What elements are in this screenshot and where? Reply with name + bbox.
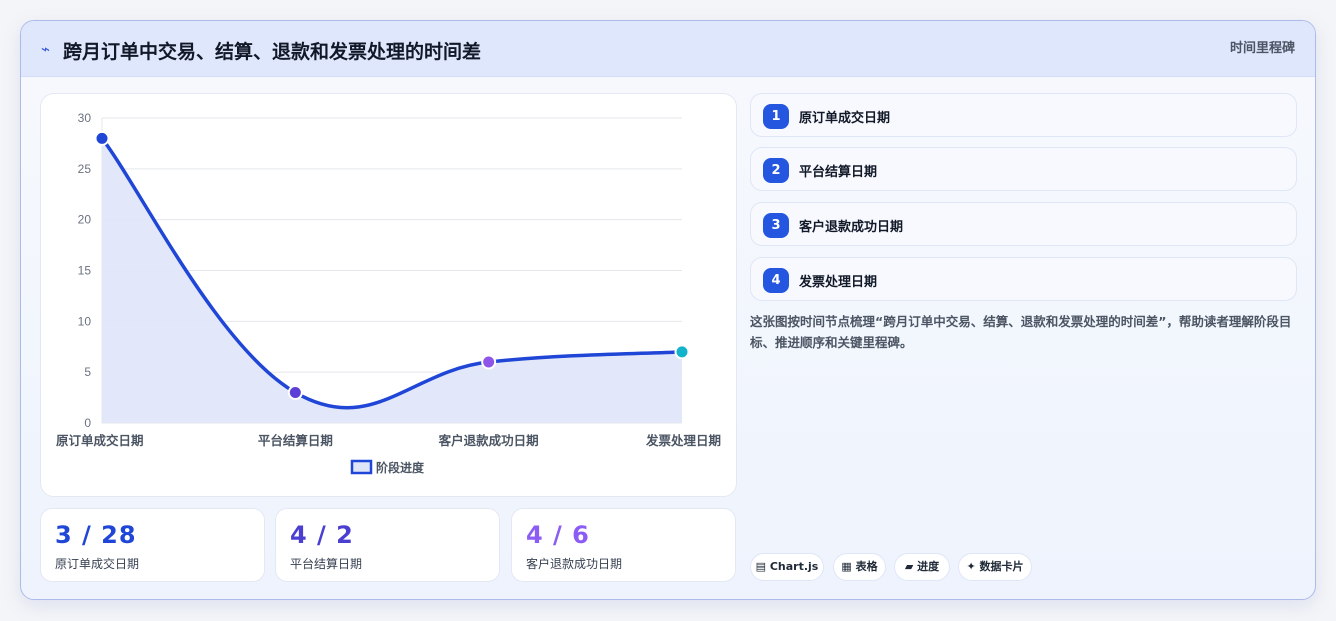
- timeline-step-3: 3 客户退款成功日期: [750, 202, 1297, 246]
- step-label: 原订单成交日期: [799, 111, 891, 126]
- line-chart: 0 5 10 15 20 25 30 原订单成交日期 平台结算日期 客户退款成功日期 发票处理日期阶…: [56, 111, 721, 475]
- y-tick-label: 20: [78, 213, 92, 227]
- y-tick-label: 10: [78, 314, 92, 328]
- x-tick-label: 原订单成交日期: [56, 433, 144, 448]
- stat-card-1: 3 / 28 原订单成交日期: [40, 508, 265, 582]
- timeline-step-1: 1 原订单成交日期: [750, 93, 1297, 137]
- stat-card-3: 4 / 6 客户退款成功日期: [511, 508, 736, 582]
- step-label: 发票处理日期: [799, 275, 878, 290]
- stat-card-2: 4 / 2 平台结算日期: [275, 508, 500, 582]
- card-header: ⌁ 跨月订单中交易、结算、退款和发票处理的时间差 时间里程碑: [21, 21, 1315, 77]
- data-point: [674, 344, 690, 360]
- chart-panel: 0 5 10 15 20 25 30 原订单成交日期 平台结算日期 客户退款成功日期 发票处理日期阶…: [40, 93, 737, 497]
- tag-pill-chartjs[interactable]: ▤ Chart.js: [750, 553, 824, 581]
- step-label: 客户退款成功日期: [799, 220, 904, 235]
- y-tick-label: 25: [78, 162, 92, 176]
- step-number-badge: 4: [763, 268, 789, 293]
- page-title: 跨月订单中交易、结算、退款和发票处理的时间差: [63, 41, 482, 63]
- stat-label: 原订单成交日期: [55, 557, 140, 571]
- series-area: [102, 138, 682, 424]
- header-tag: 时间里程碑: [1229, 41, 1295, 56]
- timeline-step-4: 4 发票处理日期: [750, 257, 1297, 301]
- step-number-badge: 1: [763, 104, 789, 129]
- tag-pill-table[interactable]: ▦ 表格: [833, 553, 886, 581]
- timeline-step-2: 2 平台结算日期: [750, 147, 1297, 191]
- chart-description: 这张图按时间节点梳理“跨月订单中交易、结算、退款和发票处理的时间差”，帮助读者理…: [750, 314, 1292, 350]
- stat-value: 4 / 6: [526, 521, 590, 549]
- step-number-badge: 3: [763, 213, 789, 238]
- legend-swatch: [350, 459, 373, 475]
- step-number-badge: 2: [763, 158, 789, 183]
- main-card: ⌁ 跨月订单中交易、结算、退款和发票处理的时间差 时间里程碑 0 5 10 15 20 2…: [20, 20, 1316, 600]
- pulse-icon: ⌁: [41, 40, 51, 58]
- stat-label: 客户退款成功日期: [526, 557, 623, 571]
- y-tick-label: 0: [84, 416, 91, 430]
- legend-label: 阶段进度: [376, 460, 425, 475]
- y-tick-label: 15: [78, 264, 92, 278]
- step-label: 平台结算日期: [799, 165, 878, 180]
- tag-pill-data-card[interactable]: ✦ 数据卡片: [958, 553, 1032, 581]
- y-tick-label: 30: [78, 111, 92, 125]
- data-point: [94, 130, 110, 146]
- x-tick-label: 发票处理日期: [645, 433, 721, 448]
- x-tick-label: 平台结算日期: [258, 433, 333, 448]
- stat-value: 4 / 2: [290, 521, 354, 549]
- x-tick-label: 客户退款成功日期: [438, 433, 539, 448]
- tag-pill-progress[interactable]: ▰ 进度: [894, 553, 950, 581]
- stat-label: 平台结算日期: [290, 557, 363, 571]
- y-tick-label: 5: [84, 365, 91, 379]
- data-point: [287, 385, 303, 400]
- data-point: [481, 354, 497, 370]
- stat-value: 3 / 28: [55, 521, 137, 549]
